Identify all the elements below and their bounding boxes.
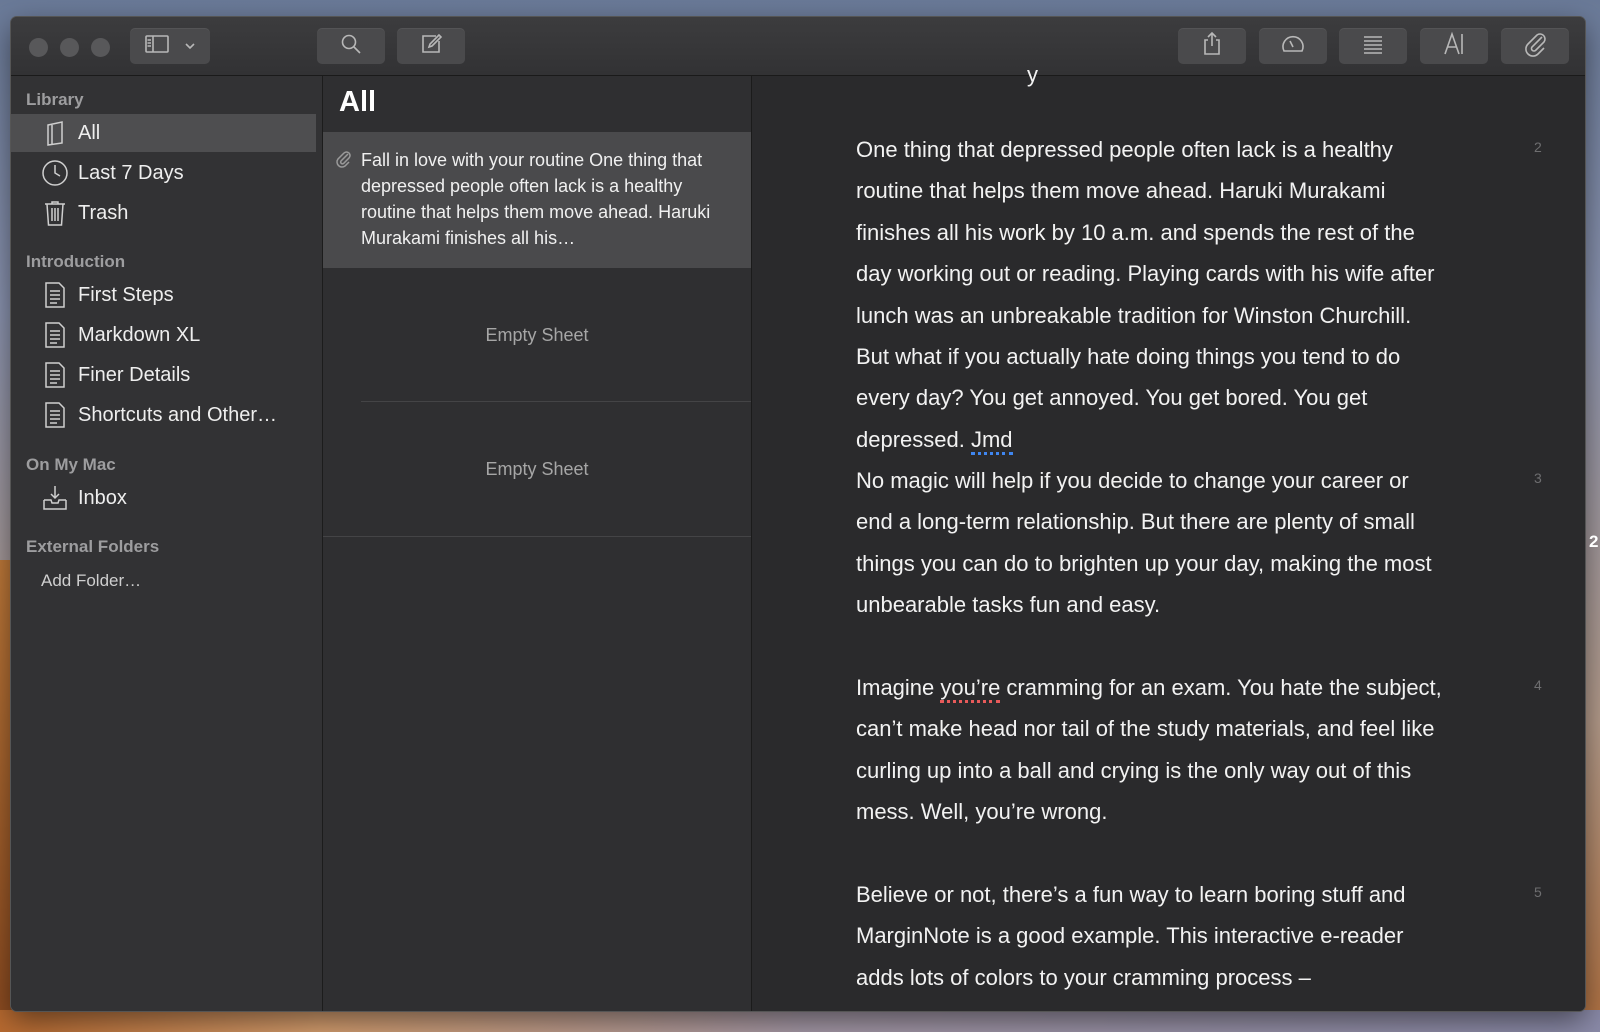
offscreen-marker: 2 <box>1589 532 1599 551</box>
inbox-icon <box>41 484 69 512</box>
sheet-list: All Fall in love with your routine One t… <box>323 76 752 1011</box>
section-title-library: Library <box>26 90 84 109</box>
toolbar <box>11 17 1585 76</box>
sheet-list-title: All <box>339 86 377 118</box>
sidebar-item-label: Last 7 Days <box>78 161 184 184</box>
typography-button[interactable] <box>1420 28 1488 64</box>
minimize-window-button[interactable] <box>60 38 79 57</box>
sidebar-layout-icon <box>144 34 170 59</box>
list-icon <box>1361 33 1385 60</box>
attachment-icon <box>334 150 352 173</box>
sidebar-item-label: Shortcuts and Other… <box>78 403 277 426</box>
editor-paragraph: No magic will help if you decide to chan… <box>856 468 1432 618</box>
list-divider <box>323 536 751 537</box>
goals-button[interactable] <box>1259 28 1327 64</box>
sidebar-item-inbox[interactable]: Inbox <box>11 479 316 517</box>
paragraph-number: 5 <box>1534 884 1542 900</box>
close-window-button[interactable] <box>29 38 48 57</box>
clock-icon <box>41 159 69 187</box>
sidebar-item-first-steps[interactable]: First Steps <box>11 276 316 314</box>
paragraph-number: 3 <box>1534 470 1542 486</box>
search-button[interactable] <box>317 28 385 64</box>
spelling-flag: you’re <box>940 675 1001 703</box>
sheet-list-item[interactable]: Empty Sheet <box>323 402 751 536</box>
section-title-introduction: Introduction <box>26 252 126 271</box>
desktop-wallpaper-bottom <box>0 1010 1600 1032</box>
trash-icon <box>41 199 69 227</box>
sheet-preview: Fall in love with your routine One thing… <box>361 150 711 248</box>
sheet-icon <box>41 321 69 349</box>
sidebar-item-label: Finer Details <box>78 363 191 386</box>
sidebar-item-label: First Steps <box>78 283 174 306</box>
share-button[interactable] <box>1178 28 1246 64</box>
paragraph-number: 4 <box>1534 677 1542 693</box>
editor-pane[interactable]: y One thing that depressed people often … <box>752 62 1585 1011</box>
paperclip-icon <box>1522 31 1548 62</box>
app-window: Library All Last 7 Days Trash Introducti… <box>11 17 1585 1011</box>
sidebar-item-markdown-xl[interactable]: Markdown XL <box>11 316 316 354</box>
sheet-icon <box>41 361 69 389</box>
editor-paragraph: Believe or not, there’s a fun way to lea… <box>856 882 1406 990</box>
section-title-on-my-mac: On My Mac <box>26 455 116 474</box>
sidebar-item-last-7-days[interactable]: Last 7 Days <box>11 154 316 192</box>
compose-icon <box>419 32 443 61</box>
library-sidebar: Library All Last 7 Days Trash Introducti… <box>11 76 323 1011</box>
library-icon <box>41 119 69 147</box>
sidebar-item-trash[interactable]: Trash <box>11 194 316 232</box>
share-icon <box>1200 31 1224 62</box>
zoom-window-button[interactable] <box>91 38 110 57</box>
sheet-icon <box>41 281 69 309</box>
sheet-preview: Empty Sheet <box>485 458 589 479</box>
paragraph-number: 2 <box>1534 139 1542 155</box>
sidebar-item-label: All <box>78 121 101 144</box>
gauge-icon <box>1280 32 1306 61</box>
text-format-icon <box>1442 31 1466 62</box>
sidebar-toggle-button[interactable] <box>130 28 210 64</box>
chevron-down-icon <box>184 37 196 55</box>
sidebar-item-label: Trash <box>78 201 129 224</box>
sidebar-item-label: Markdown XL <box>78 323 201 346</box>
new-sheet-button[interactable] <box>397 28 465 64</box>
attachments-button[interactable] <box>1501 28 1569 64</box>
sidebar-item-all[interactable]: All <box>11 114 316 152</box>
sheet-icon <box>41 401 69 429</box>
sheet-preview: Empty Sheet <box>485 324 589 345</box>
section-title-external-folders: External Folders <box>26 537 160 556</box>
search-icon <box>339 32 363 61</box>
outline-button[interactable] <box>1339 28 1407 64</box>
sheet-list-item[interactable]: Empty Sheet <box>323 268 751 402</box>
sheet-list-item[interactable]: Fall in love with your routine One thing… <box>323 132 751 268</box>
editor-paragraph: Imagine you’re cramming for an exam. You… <box>856 675 1442 825</box>
sidebar-item-finer-details[interactable]: Finer Details <box>11 356 316 394</box>
sidebar-item-label: Inbox <box>78 486 127 509</box>
scrolled-text-remnant: y <box>1027 62 1038 87</box>
sidebar-item-shortcuts[interactable]: Shortcuts and Other… <box>11 396 316 434</box>
editor-paragraph: One thing that depressed people often la… <box>856 129 1446 460</box>
add-folder-link[interactable]: Add Folder… <box>41 571 141 591</box>
spelling-flag: Jmd <box>970 426 1013 455</box>
